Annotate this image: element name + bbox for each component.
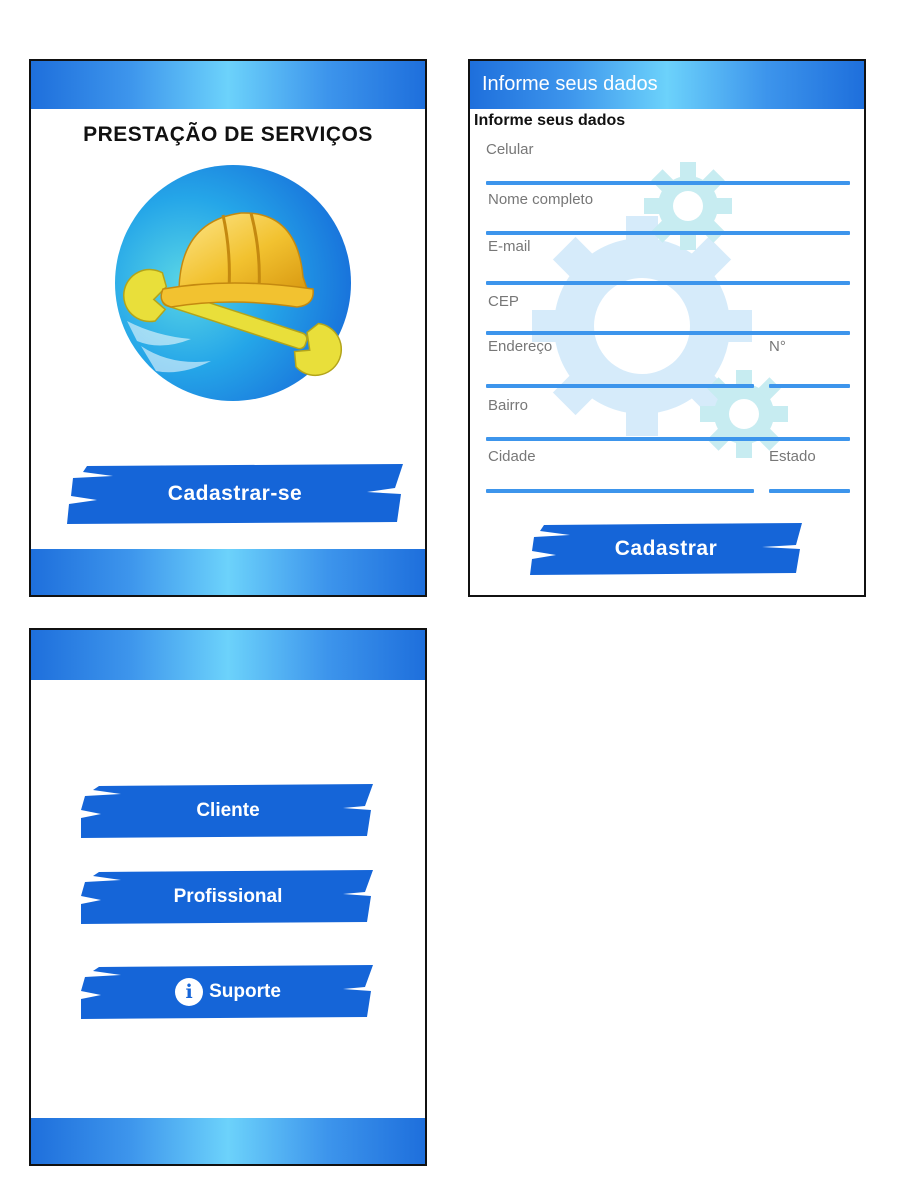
profissional-button[interactable]: Profissional [81, 870, 375, 924]
numero-field[interactable] [769, 384, 850, 388]
cidade-field[interactable] [486, 489, 754, 493]
role-screen: Cliente Profissional i Suporte [29, 628, 427, 1166]
top-bar [31, 630, 425, 680]
cep-label: CEP [488, 293, 519, 310]
register-screen: Informe seus dados Informe seus dados Ce… [468, 59, 866, 597]
celular-field[interactable] [486, 181, 850, 185]
bairro-field[interactable] [486, 437, 850, 441]
top-bar [31, 61, 425, 109]
estado-field[interactable] [769, 489, 850, 493]
submit-button[interactable]: Cadastrar [530, 523, 802, 575]
endereco-label: Endereço [488, 338, 553, 355]
cep-field[interactable] [486, 331, 850, 335]
nome-field[interactable] [486, 231, 850, 235]
bottom-bar [31, 549, 425, 595]
submit-button-label: Cadastrar [614, 537, 718, 560]
suporte-button-content: i Suporte [175, 978, 281, 1006]
register-button[interactable]: Cadastrar-se [67, 464, 403, 524]
cliente-button-label: Cliente [196, 800, 260, 821]
header-title: Informe seus dados [482, 73, 658, 95]
suporte-button[interactable]: i Suporte [81, 965, 375, 1019]
celular-label: Celular [486, 141, 534, 158]
cliente-button[interactable]: Cliente [81, 784, 375, 838]
helmet-wrench-icon [101, 165, 351, 401]
suporte-button-label: Suporte [209, 981, 281, 1002]
form-title: Informe seus dados [474, 112, 626, 129]
bairro-label: Bairro [488, 397, 529, 414]
cidade-label: Cidade [488, 448, 536, 465]
endereco-field[interactable] [486, 384, 754, 388]
bottom-bar [31, 1118, 425, 1164]
email-label: E-mail [488, 238, 531, 255]
email-field[interactable] [486, 281, 850, 285]
welcome-screen: PRESTAÇÃO DE SERVIÇOS Cadastrar-se [29, 59, 427, 597]
register-button-label: Cadastrar-se [167, 482, 303, 505]
info-icon: i [175, 978, 204, 1006]
numero-label: N° [769, 338, 786, 355]
nome-label: Nome completo [488, 191, 594, 208]
profissional-button-label: Profissional [173, 886, 283, 907]
estado-label: Estado [769, 448, 816, 465]
page-title: PRESTAÇÃO DE SERVIÇOS [83, 123, 373, 146]
